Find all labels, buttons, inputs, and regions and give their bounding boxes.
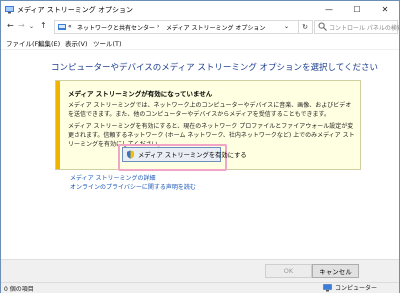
search-placeholder: コントロール パネルの検索 — [329, 25, 400, 32]
search-icon — [318, 22, 327, 31]
refresh-button[interactable]: ↻ — [298, 20, 313, 34]
menu-bar: ファイル(F) 編集(E) 表示(V) ツール(T) — [1, 37, 399, 48]
warning-description: メディア ストリーミングでは、ネットワーク上のコンピューターやデバイスに音楽、画… — [68, 102, 352, 118]
title-bar: メディア ストリーミング オプション — ☐ ✕ — [1, 1, 399, 18]
computer-icon — [323, 283, 332, 292]
breadcrumb-media-streaming[interactable]: メディア ストリーミング オプション — [166, 23, 265, 32]
status-bar: 0 個の項目 コンピューター — [1, 282, 399, 293]
link-privacy-statement[interactable]: オンラインのプライバシーに関する声明を読む — [70, 182, 196, 191]
enable-button-label: メディア ストリーミングを有効にする — [138, 152, 247, 159]
cancel-button[interactable]: キャンセル — [312, 264, 359, 278]
search-input[interactable]: コントロール パネルの検索 — [314, 20, 400, 34]
main-content: コンピューターやデバイスのメディア ストリーミング オプションを選択してください… — [1, 49, 399, 259]
breadcrumb-network-center[interactable]: ネットワークと共有センター — [77, 23, 155, 32]
address-row: ← → ⌄ ↑ « ネットワークと共有センター › メディア ストリーミング オ… — [1, 18, 400, 35]
warning-bar — [56, 81, 60, 169]
status-location: コンピューター — [323, 283, 377, 292]
up-arrow-icon[interactable]: ↑ — [40, 21, 47, 31]
warning-title: メディア ストリーミングが有効になっていません — [68, 90, 213, 98]
menu-edit[interactable]: 編集(E) — [38, 38, 60, 48]
item-count: 0 個の項目 — [4, 286, 34, 293]
media-streaming-icon — [5, 5, 14, 14]
control-panel-icon — [58, 23, 66, 32]
enable-media-streaming-button[interactable]: メディア ストリーミングを有効にする — [122, 147, 247, 162]
close-button[interactable]: ✕ — [371, 1, 399, 17]
location-label: コンピューター — [335, 285, 378, 292]
forward-arrow-icon[interactable]: → — [18, 21, 25, 31]
minimize-button[interactable]: — — [315, 1, 343, 17]
menu-tools[interactable]: ツール(T) — [93, 38, 122, 48]
ok-button[interactable]: OK — [265, 264, 312, 278]
page-title: コンピューターやデバイスのメディア ストリーミング オプションを選択してください — [51, 63, 379, 73]
breadcrumb-separator: › — [157, 23, 160, 30]
menu-file[interactable]: ファイル(F) — [6, 38, 41, 48]
path-overflow[interactable]: « — [68, 23, 72, 30]
link-media-streaming-details[interactable]: メディア ストリーミングの詳細 — [70, 173, 156, 182]
maximize-button[interactable]: ☐ — [343, 1, 371, 17]
window-title: メディア ストリーミング オプション — [17, 6, 133, 14]
back-arrow-icon[interactable]: ← — [7, 21, 14, 31]
window: メディア ストリーミング オプション — ☐ ✕ ← → ⌄ ↑ « ネットワー… — [0, 0, 400, 293]
recent-chevron-icon[interactable]: ⌄ — [29, 22, 34, 32]
address-bar[interactable]: « ネットワークと共有センター › メディア ストリーミング オプション ⌄ — [54, 20, 299, 34]
uac-shield-icon — [126, 150, 135, 159]
menu-view[interactable]: 表示(V) — [65, 38, 88, 48]
dialog-footer: OK キャンセル — [1, 259, 399, 282]
address-dropdown-icon[interactable]: ⌄ — [284, 23, 289, 30]
